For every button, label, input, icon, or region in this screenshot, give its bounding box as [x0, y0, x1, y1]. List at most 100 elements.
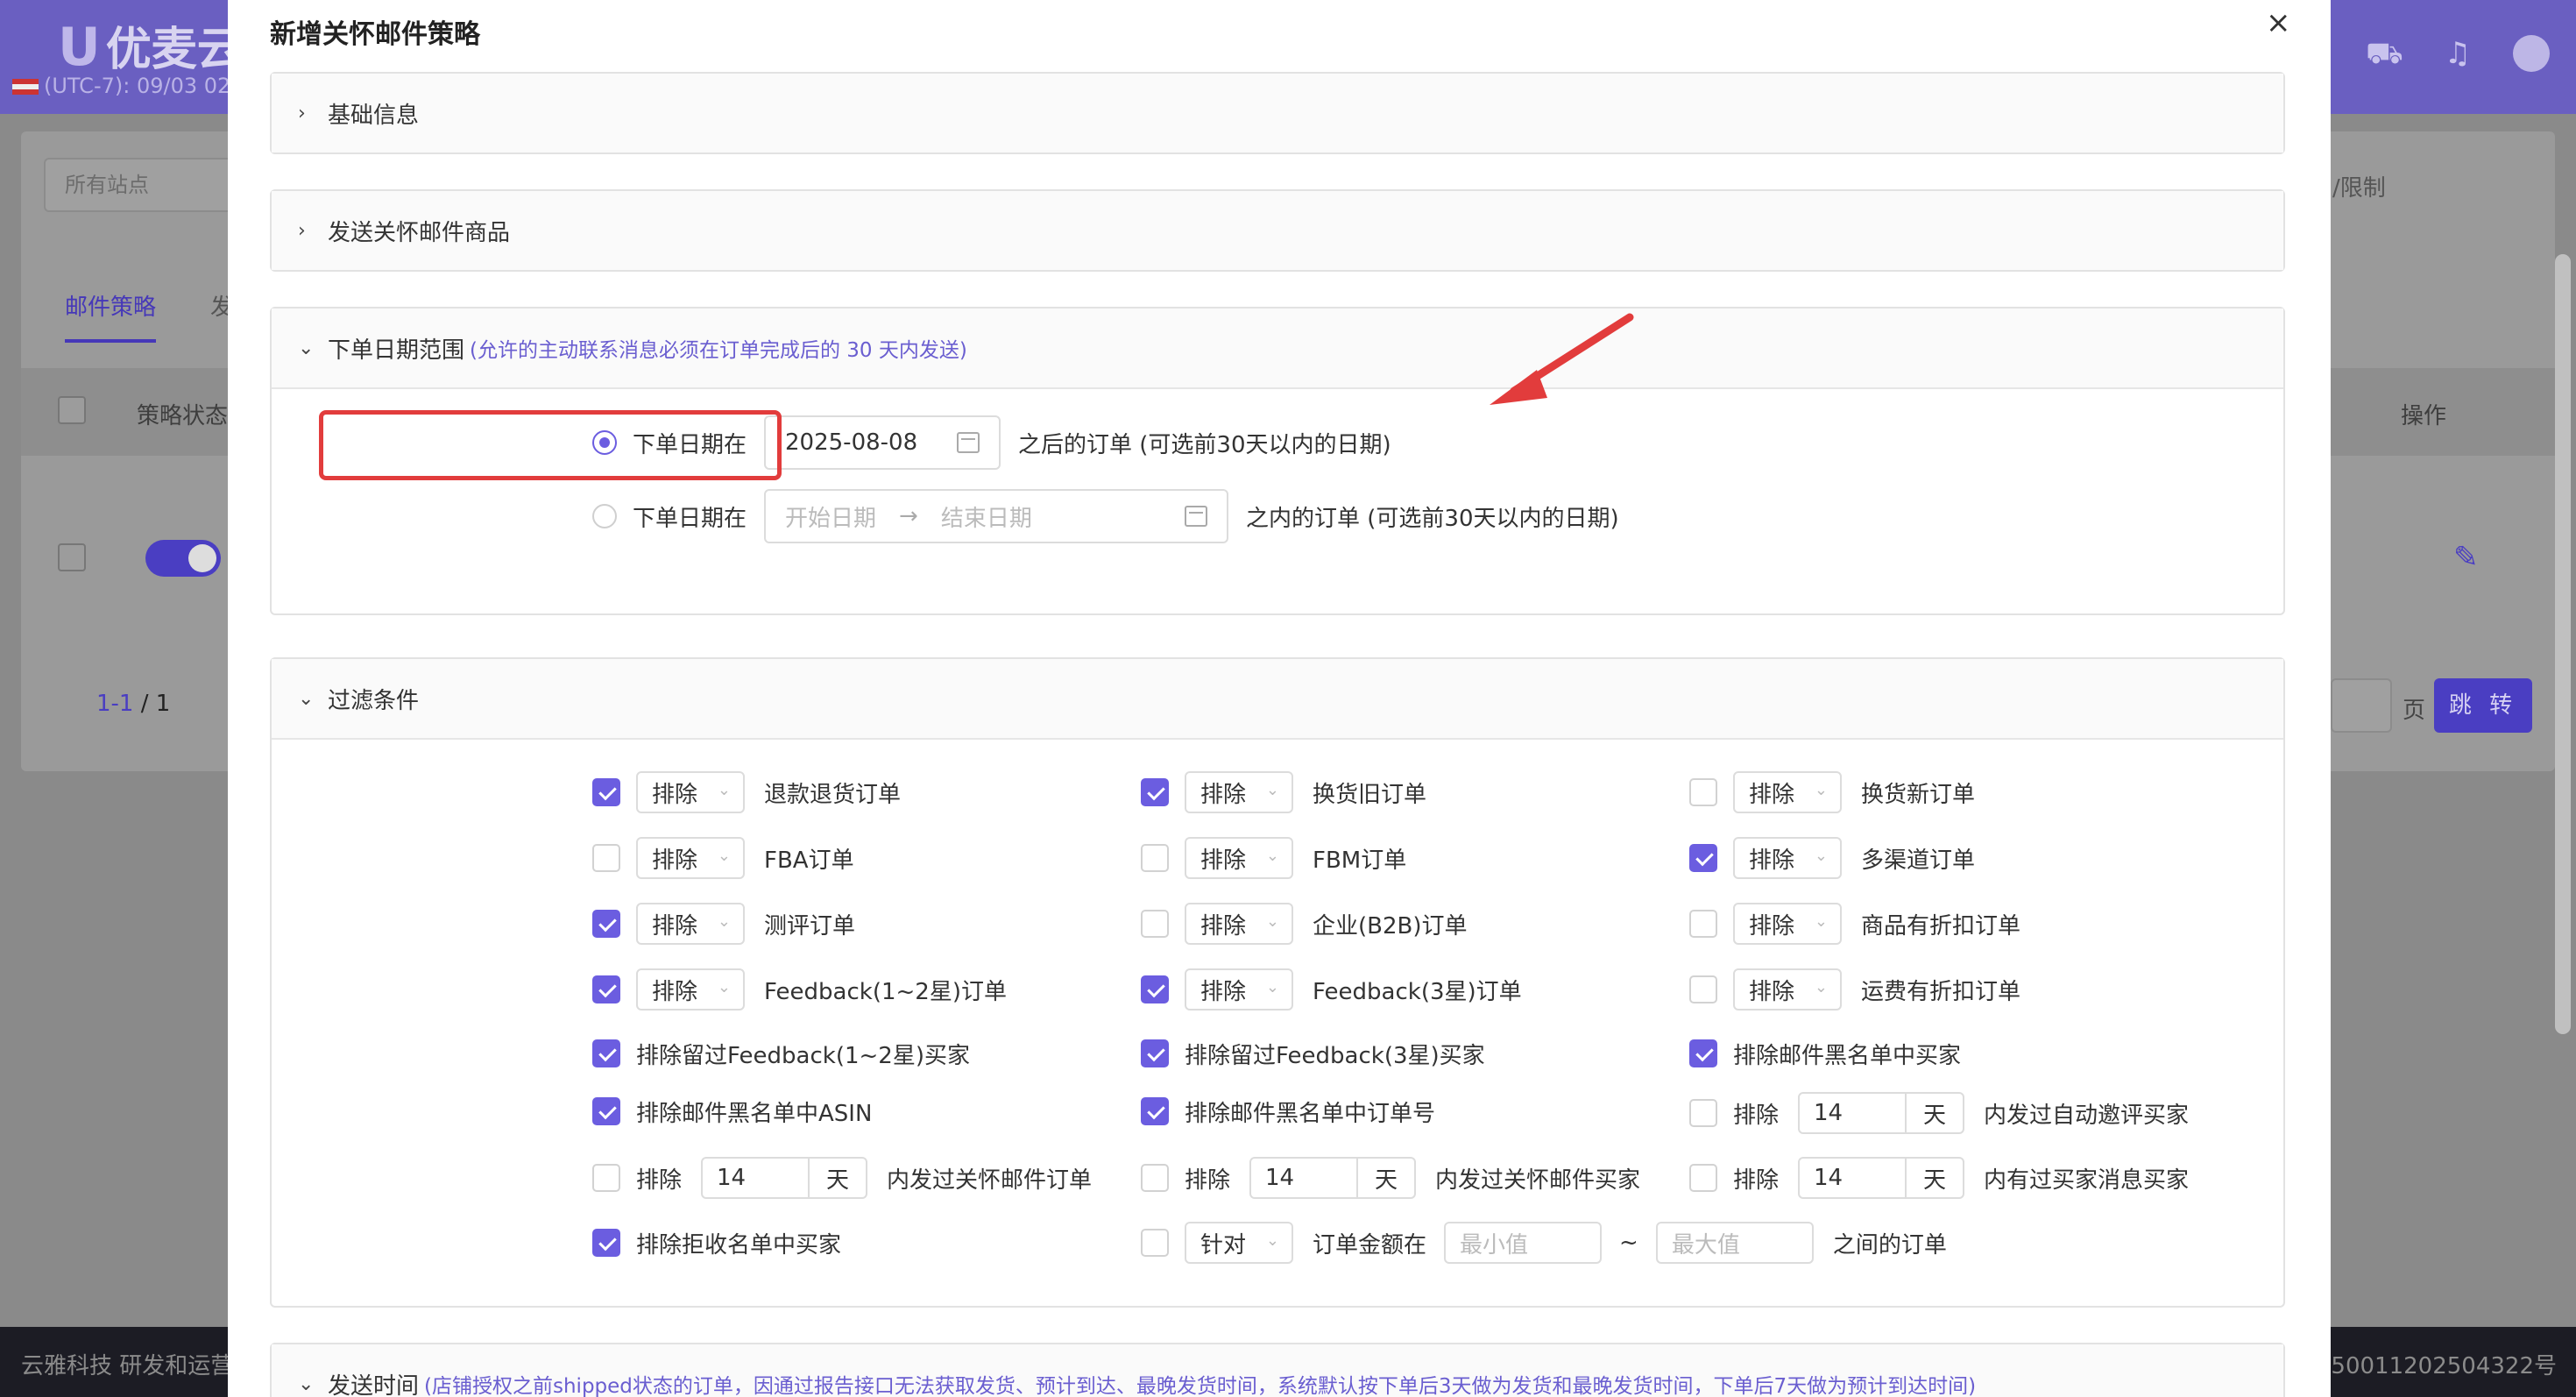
filter-days-item[interactable]: 排除 14 天内发过关怀邮件订单	[592, 1157, 1092, 1199]
exclude-select[interactable]: 排除 ⌄	[1733, 771, 1842, 813]
section-title: 发送关怀邮件商品	[328, 219, 511, 246]
filter-item[interactable]: 排除 ⌄ 退款退货订单	[592, 771, 901, 813]
page-jump-input[interactable]	[2331, 678, 2392, 733]
avatar[interactable]	[2513, 35, 2550, 72]
days-input[interactable]: 14	[701, 1157, 810, 1199]
filter-checkbox[interactable]	[592, 844, 620, 872]
filter-days-item[interactable]: 排除 14 天内有过买家消息买家	[1689, 1157, 2189, 1199]
end-date-input[interactable]: 结束日期	[941, 500, 1032, 533]
target-select[interactable]: 针对 ⌄	[1185, 1222, 1293, 1264]
page-jump-button[interactable]: 跳 转	[2434, 678, 2532, 733]
filter-checkbox[interactable]	[592, 1164, 620, 1192]
modal-title: 新增关怀邮件策略	[270, 19, 480, 50]
days-input[interactable]: 14	[1798, 1092, 1907, 1134]
filter-checkbox[interactable]	[1689, 1164, 1717, 1192]
filter-checkbox[interactable]	[592, 1039, 620, 1067]
days-input[interactable]: 14	[1798, 1157, 1907, 1199]
section-products-header[interactable]: › 发送关怀邮件商品	[272, 191, 2283, 270]
filter-checkbox[interactable]	[592, 1229, 620, 1257]
limit-link[interactable]: /限制	[2332, 170, 2386, 202]
days-input[interactable]: 14	[1249, 1157, 1359, 1199]
filter-checkbox[interactable]	[1689, 975, 1717, 1003]
filter-item[interactable]: 排除 ⌄ Feedback(1~2星)订单	[592, 968, 1007, 1011]
exclude-select[interactable]: 排除 ⌄	[1733, 903, 1842, 945]
filter-item[interactable]: 排除 ⌄ 运费有折扣订单	[1689, 968, 2020, 1011]
exclude-select[interactable]: 排除 ⌄	[636, 903, 745, 945]
status-toggle[interactable]	[145, 540, 221, 577]
close-icon[interactable]: ×	[2266, 5, 2291, 40]
filter-checkbox[interactable]	[1689, 1039, 1717, 1067]
filter-item[interactable]: 排除 ⌄ 企业(B2B)订单	[1141, 903, 1468, 945]
filter-item[interactable]: 排除 ⌄ 测评订单	[592, 903, 855, 945]
section-filters-header[interactable]: ⌄ 过滤条件	[272, 659, 2283, 738]
filter-checkbox[interactable]	[1141, 1097, 1169, 1125]
filter-checkbox[interactable]	[592, 910, 620, 938]
filter-checkbox[interactable]	[592, 778, 620, 806]
section-date-range-header[interactable]: ⌄ 下单日期范围 (允许的主动联系消息必须在订单完成后的 30 天内发送)	[272, 308, 2283, 387]
filter-checkbox[interactable]	[1689, 778, 1717, 806]
bell-icon[interactable]: ♫	[2439, 35, 2476, 72]
filter-checkbox[interactable]	[1141, 778, 1169, 806]
filter-item[interactable]: 排除 ⌄ FBA订单	[592, 837, 854, 879]
row-checkbox[interactable]	[58, 543, 86, 571]
select-all-checkbox[interactable]	[58, 396, 86, 424]
filter-checkbox[interactable]	[1141, 844, 1169, 872]
exclude-select[interactable]: 排除 ⌄	[1185, 903, 1293, 945]
site-select[interactable]: 所有站点	[44, 158, 254, 212]
filter-simple-item[interactable]: 排除邮件黑名单中买家	[1689, 1032, 1961, 1074]
filter-item[interactable]: 排除 ⌄ 换货新订单	[1689, 771, 1975, 813]
exclude-select[interactable]: 排除 ⌄	[636, 771, 745, 813]
chevron-down-icon: ⌄	[298, 687, 315, 710]
filter-checkbox[interactable]	[1141, 910, 1169, 938]
filter-checkbox[interactable]	[1689, 1099, 1717, 1127]
filter-checkbox[interactable]	[1141, 1039, 1169, 1067]
cart-icon[interactable]: ⛟	[2366, 35, 2403, 72]
max-amount-input[interactable]: 最大值	[1655, 1222, 1814, 1264]
filter-days-item[interactable]: 排除 14 天内发过关怀邮件买家	[1141, 1157, 1640, 1199]
filter-amount-item[interactable]: 针对 ⌄ 订单金额在 最小值 ~ 最大值 之间的订单	[1141, 1222, 1947, 1264]
exclude-select[interactable]: 排除 ⌄	[1733, 968, 1842, 1011]
filter-simple-item[interactable]: 排除留过Feedback(1~2星)买家	[592, 1032, 970, 1074]
edit-icon[interactable]: ✎	[2453, 540, 2479, 575]
exclude-select[interactable]: 排除 ⌄	[1733, 837, 1842, 879]
radio-between[interactable]	[592, 504, 617, 528]
filter-label: 排除留过Feedback(3星)买家	[1185, 1042, 1485, 1069]
filter-simple-item[interactable]: 排除留过Feedback(3星)买家	[1141, 1032, 1485, 1074]
filter-reject-item[interactable]: 排除拒收名单中买家	[592, 1222, 841, 1264]
start-date-input[interactable]: 开始日期	[785, 500, 876, 533]
filter-item[interactable]: 排除 ⌄ 换货旧订单	[1141, 771, 1426, 813]
filter-checkbox[interactable]	[1689, 844, 1717, 872]
filter-checkbox[interactable]	[1141, 1229, 1169, 1257]
exclude-select[interactable]: 排除 ⌄	[1185, 968, 1293, 1011]
section-filters: ⌄ 过滤条件 排除 ⌄ 退款退货订单 排除 ⌄ 换货旧订单 排除 ⌄ 换货新订单 排除 ⌄ FB…	[270, 657, 2285, 1308]
select-value: 排除	[1749, 847, 1795, 874]
exclude-select[interactable]: 排除 ⌄	[636, 968, 745, 1011]
date-option-between[interactable]: 下单日期在 开始日期 → 结束日期 之内的订单 (可选前30天以内的日期)	[592, 489, 1619, 543]
filter-checkbox[interactable]	[1141, 975, 1169, 1003]
filter-checkbox[interactable]	[592, 1097, 620, 1125]
date-picker-after[interactable]: 2025-08-08	[764, 415, 1001, 470]
page-scrollbar[interactable]	[2555, 254, 2571, 1034]
filter-checkbox[interactable]	[1689, 910, 1717, 938]
min-amount-input[interactable]: 最小值	[1444, 1222, 1603, 1264]
date-range-picker[interactable]: 开始日期 → 结束日期	[764, 489, 1229, 543]
tab-mail-strategy[interactable]: 邮件策略	[65, 289, 157, 343]
section-title: 基础信息	[328, 102, 420, 129]
filter-simple-item[interactable]: 排除邮件黑名单中订单号	[1141, 1090, 1435, 1132]
filter-item[interactable]: 排除 ⌄ Feedback(3星)订单	[1141, 968, 1522, 1011]
exclude-select[interactable]: 排除 ⌄	[1185, 837, 1293, 879]
filter-checkbox[interactable]	[592, 975, 620, 1003]
chevron-down-icon: ⌄	[1814, 847, 1828, 865]
filter-item[interactable]: 排除 ⌄ 商品有折扣订单	[1689, 903, 2020, 945]
filter-simple-item[interactable]: 排除邮件黑名单中ASIN	[592, 1090, 872, 1132]
filter-item[interactable]: 排除 ⌄ FBM订单	[1141, 837, 1406, 879]
filter-days-item[interactable]: 排除 14 天内发过自动邀评买家	[1689, 1092, 2189, 1134]
filter-item[interactable]: 排除 ⌄ 多渠道订单	[1689, 837, 1975, 879]
section-basic-info-header[interactable]: › 基础信息	[272, 74, 2283, 152]
filter-checkbox[interactable]	[1141, 1164, 1169, 1192]
section-send-time-header[interactable]: ⌄ 发送时间 (店铺授权之前shipped状态的订单，因通过报告接口无法获取发货…	[272, 1344, 2283, 1397]
option-label: 下单日期在	[633, 505, 747, 532]
exclude-select[interactable]: 排除 ⌄	[636, 837, 745, 879]
exclude-select[interactable]: 排除 ⌄	[1185, 771, 1293, 813]
chevron-down-icon: ⌄	[717, 847, 731, 865]
